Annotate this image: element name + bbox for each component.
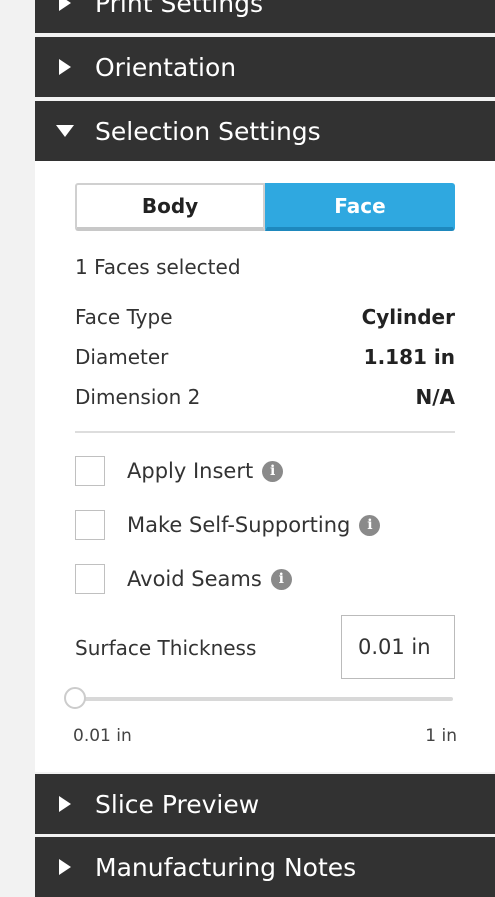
apply-insert-checkbox[interactable] bbox=[75, 456, 105, 486]
settings-panel: Print Settings Orientation Selection Set… bbox=[35, 0, 495, 897]
surface-thickness-slider-track[interactable] bbox=[75, 697, 453, 701]
avoid-seams-label: Avoid Seams bbox=[127, 567, 262, 591]
avoid-seams-option: Avoid Seams i bbox=[75, 563, 292, 595]
section-title: Orientation bbox=[95, 52, 237, 82]
diameter-value: 1.181 in bbox=[363, 345, 455, 369]
info-icon[interactable]: i bbox=[262, 460, 284, 482]
surface-thickness-label: Surface Thickness bbox=[75, 636, 257, 660]
section-header-orientation[interactable]: Orientation bbox=[35, 37, 495, 97]
face-type-value: Cylinder bbox=[361, 305, 455, 329]
surface-thickness-input[interactable] bbox=[341, 615, 455, 679]
avoid-seams-checkbox[interactable] bbox=[75, 564, 105, 594]
body-toggle-button[interactable]: Body bbox=[75, 183, 265, 231]
face-type-label: Face Type bbox=[75, 305, 173, 329]
section-header-print-settings[interactable]: Print Settings bbox=[35, 0, 495, 33]
section-header-selection-settings[interactable]: Selection Settings bbox=[35, 101, 495, 161]
slider-min-label: 0.01 in bbox=[73, 726, 132, 746]
section-title: Manufacturing Notes bbox=[95, 852, 357, 882]
selected-count-text: 1 Faces selected bbox=[75, 255, 241, 279]
expand-arrow-icon bbox=[35, 859, 95, 875]
expand-arrow-icon bbox=[35, 796, 95, 812]
section-title: Print Settings bbox=[95, 0, 263, 18]
body-face-toggle: Body Face bbox=[75, 183, 455, 231]
info-icon[interactable]: i bbox=[270, 568, 292, 590]
dimension-2-label: Dimension 2 bbox=[75, 385, 201, 409]
apply-insert-option: Apply Insert i bbox=[75, 455, 284, 487]
face-toggle-button[interactable]: Face bbox=[265, 183, 455, 231]
make-self-supporting-label: Make Self-Supporting bbox=[127, 513, 351, 537]
make-self-supporting-option: Make Self-Supporting i bbox=[75, 509, 381, 541]
info-icon[interactable]: i bbox=[359, 514, 381, 536]
left-gutter bbox=[0, 0, 35, 874]
section-header-manufacturing-notes[interactable]: Manufacturing Notes bbox=[35, 837, 495, 897]
dimension-2-value: N/A bbox=[415, 385, 455, 409]
section-title: Selection Settings bbox=[95, 116, 321, 146]
selection-settings-content: Body Face 1 Faces selected Face Type Cyl… bbox=[35, 161, 495, 772]
section-header-slice-preview[interactable]: Slice Preview bbox=[35, 774, 495, 834]
make-self-supporting-checkbox[interactable] bbox=[75, 510, 105, 540]
slider-max-label: 1 in bbox=[425, 726, 457, 746]
expand-arrow-icon bbox=[35, 0, 95, 11]
section-title: Slice Preview bbox=[95, 789, 260, 819]
collapse-arrow-icon bbox=[35, 125, 95, 137]
apply-insert-label: Apply Insert bbox=[127, 459, 254, 483]
diameter-label: Diameter bbox=[75, 345, 169, 369]
surface-thickness-slider-thumb[interactable] bbox=[64, 687, 86, 709]
expand-arrow-icon bbox=[35, 59, 95, 75]
divider bbox=[75, 431, 455, 433]
